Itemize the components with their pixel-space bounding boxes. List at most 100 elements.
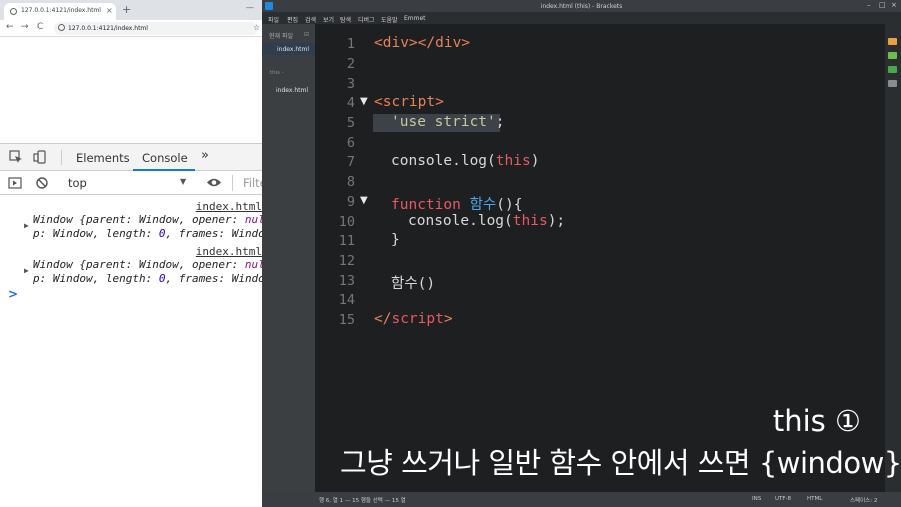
line-number: 8	[346, 174, 355, 190]
chrome-window: 127.0.0.1:4121/index.html × + — ← → C 12…	[0, 0, 262, 507]
expand-triangle-icon[interactable]: ▶	[24, 221, 29, 230]
encoding-selector[interactable]: UTF-8	[775, 496, 791, 502]
menu-find[interactable]: 검색	[305, 15, 316, 24]
close-tab-icon[interactable]: ×	[106, 6, 113, 15]
tab-elements[interactable]: Elements	[76, 151, 130, 165]
live-preview-icon[interactable]	[888, 38, 897, 45]
expand-triangle-icon[interactable]: ▶	[24, 266, 29, 275]
more-tabs-icon[interactable]: »	[201, 148, 209, 163]
line-number: 13	[338, 273, 355, 289]
line-number: 9	[346, 194, 355, 210]
line-number: 2	[346, 56, 355, 72]
subtitle-caption: 그냥 쓰거나 일반 함수 안에서 쓰면 {window}	[340, 446, 901, 480]
window-title: index.html (this) - Brackets	[540, 3, 623, 10]
filter-input[interactable]: Filte	[243, 176, 262, 190]
tool-icon[interactable]	[888, 80, 897, 87]
code-line-11: }	[391, 232, 400, 248]
file-sidebar: 현재 파일 ⊟ index.html this - index.html	[262, 24, 315, 492]
bookmark-star-icon[interactable]: ☆	[253, 23, 260, 32]
new-tab-button[interactable]: +	[122, 3, 131, 16]
subtitle-title: this ①	[772, 404, 861, 438]
eye-icon[interactable]	[206, 177, 222, 188]
browser-toolbar: ← → C 127.0.0.1:4121/index.html ☆	[0, 20, 262, 37]
back-button[interactable]: ←	[6, 22, 14, 32]
console-toolbar: top ▼ Filte	[0, 171, 262, 195]
code-line-1: <div></div>	[374, 35, 471, 51]
indent-setting[interactable]: 스페이스: 2	[850, 496, 877, 504]
divider	[61, 150, 62, 165]
globe-icon	[10, 8, 17, 15]
menu-emmet[interactable]: Emmet	[404, 15, 426, 22]
menu-navigate[interactable]: 탐색	[340, 15, 351, 24]
code-line-13: 함수()	[391, 276, 436, 292]
page-viewport	[0, 37, 262, 143]
log-line: Window {parent: Window, opener: null,	[33, 213, 262, 226]
line-number: 1	[346, 36, 355, 52]
clear-console-icon[interactable]	[35, 176, 49, 190]
console-message: index.html ▶ Window {parent: Window, ope…	[0, 200, 262, 240]
log-line: Window {parent: Window, opener: null,	[33, 258, 262, 271]
minimize-button[interactable]: —	[246, 3, 254, 12]
menu-help[interactable]: 도움말	[381, 15, 398, 24]
device-toolbar-icon[interactable]	[33, 150, 47, 164]
line-number: 5	[346, 115, 355, 131]
source-link[interactable]: index.html	[196, 200, 262, 213]
working-file-item[interactable]: index.html	[262, 43, 315, 55]
cursor-position: 행 6, 열 1 — 15 행들 선택 — 15 열	[319, 498, 406, 504]
log-line: p: Window, length: 0, frames: Window,	[33, 227, 262, 240]
fold-arrow-icon[interactable]: ▼	[360, 195, 368, 206]
show-sidebar-icon[interactable]	[8, 176, 22, 190]
code-line-5: 'use strict';	[391, 114, 505, 130]
line-number: 3	[346, 76, 355, 92]
split-view-icon[interactable]: ⊟	[304, 31, 309, 38]
tab-title: 127.0.0.1:4121/index.html	[21, 7, 101, 14]
inspect-element-icon[interactable]	[9, 150, 23, 164]
status-bar: 행 6, 열 1 — 15 행들 선택 — 15 열 INS UTF-8 HTM…	[262, 492, 901, 507]
close-button[interactable]: ×	[891, 1, 897, 9]
chevron-down-icon[interactable]: ▼	[180, 177, 186, 186]
address-bar[interactable]: 127.0.0.1:4121/index.html ☆	[54, 22, 260, 35]
line-number-gutter: 1 2 3 4 ▼ 5 6 7 8 9 ▼ 10 11 12 13 14 15	[315, 24, 368, 492]
devtools-tabbar: Elements Console »	[0, 144, 262, 171]
menu-view[interactable]: 보기	[323, 15, 334, 24]
language-selector[interactable]: HTML	[807, 496, 822, 502]
line-number: 15	[338, 312, 355, 328]
project-dropdown[interactable]: this -	[270, 70, 284, 76]
working-files-label: 현재 파일	[269, 33, 293, 40]
code-line-9: function 함수(){	[391, 197, 523, 213]
insert-mode[interactable]: INS	[752, 496, 761, 502]
info-icon[interactable]	[58, 24, 65, 31]
extension-manager-icon[interactable]	[888, 52, 897, 59]
address-url: 127.0.0.1:4121/index.html	[68, 25, 148, 32]
browser-tab[interactable]: 127.0.0.1:4121/index.html ×	[4, 3, 116, 20]
context-selector[interactable]: top	[68, 176, 87, 190]
minimize-button[interactable]: –	[867, 1, 871, 9]
tab-console[interactable]: Console	[142, 151, 188, 165]
extension-icon[interactable]	[888, 66, 897, 73]
code-line-7: console.log(this)	[391, 153, 540, 169]
maximize-button[interactable]: □	[879, 1, 886, 9]
menu-debug[interactable]: 디버그	[358, 15, 375, 24]
log-line: p: Window, length: 0, frames: Window,	[33, 272, 262, 285]
console-prompt[interactable]: >	[8, 287, 18, 301]
screen: 127.0.0.1:4121/index.html × + — ← → C 12…	[0, 0, 901, 507]
fold-arrow-icon[interactable]: ▼	[360, 96, 368, 107]
source-link[interactable]: index.html	[196, 245, 262, 258]
forward-button[interactable]: →	[21, 22, 29, 32]
divider	[232, 175, 233, 191]
line-number: 11	[338, 233, 355, 249]
code-line-4: <script>	[374, 94, 444, 110]
menu-edit[interactable]: 편집	[287, 15, 298, 24]
console-message: index.html ▶ Window {parent: Window, ope…	[0, 245, 262, 285]
tab-strip: 127.0.0.1:4121/index.html × + —	[0, 0, 262, 20]
project-file-item[interactable]: index.html	[276, 87, 308, 94]
toolbar-right	[885, 24, 901, 492]
line-number: 12	[338, 253, 355, 269]
working-file-label: index.html	[277, 46, 309, 53]
line-number: 14	[338, 292, 355, 308]
menu-file[interactable]: 파일	[268, 15, 279, 24]
reload-button[interactable]: C	[37, 22, 43, 32]
line-number: 10	[338, 214, 355, 230]
menu-bar: 파일 편집 검색 보기 탐색 디버그 도움말 Emmet	[262, 12, 901, 24]
title-bar: index.html (this) - Brackets – □ ×	[262, 0, 901, 12]
